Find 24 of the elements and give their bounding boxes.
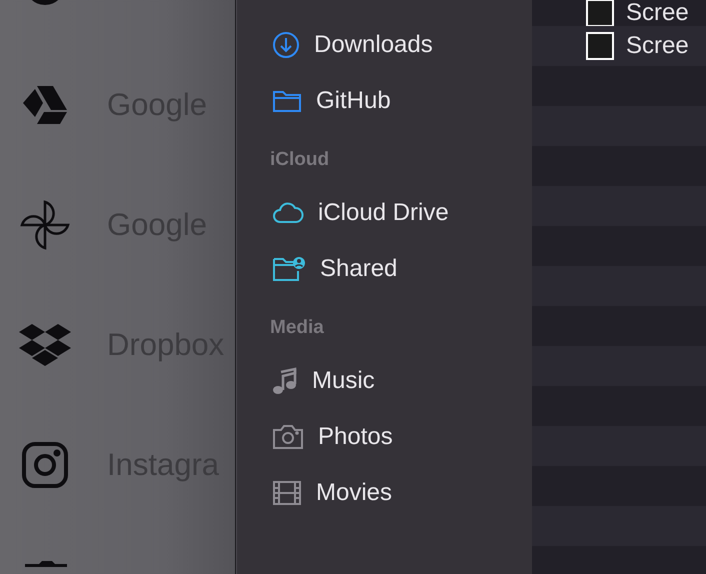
document-thumbnail-icon xyxy=(586,0,614,27)
triangle-drive-icon xyxy=(22,85,68,125)
sidebar-item[interactable]: Photos xyxy=(237,409,532,465)
sidebar-item[interactable]: Downloads xyxy=(237,17,532,73)
sidebar-item[interactable]: Shared xyxy=(237,241,532,297)
film-strip-icon xyxy=(272,480,302,506)
dropbox-icon xyxy=(19,323,71,367)
sidebar-section-header: iCloud xyxy=(270,149,330,172)
file-row[interactable]: Scree xyxy=(532,26,706,66)
folder-icon xyxy=(272,89,302,113)
cloud-icon xyxy=(272,202,304,224)
shared-folder-icon xyxy=(272,256,306,282)
download-icon xyxy=(272,31,300,59)
camera-icon xyxy=(272,424,304,450)
sidebar-item[interactable]: GitHub xyxy=(237,73,532,129)
sidebar-item[interactable]: iCloud Drive xyxy=(237,185,532,241)
music-note-icon xyxy=(272,367,298,395)
sidebar-item[interactable]: Music xyxy=(237,353,532,409)
camera-outline-icon xyxy=(22,442,68,488)
document-thumbnail-icon xyxy=(586,32,614,60)
pinwheel-icon xyxy=(20,200,70,250)
sidebar-section-header: Media xyxy=(270,317,325,340)
file-row[interactable]: Scree xyxy=(532,0,706,26)
sidebar-item[interactable]: Movies xyxy=(237,465,532,521)
